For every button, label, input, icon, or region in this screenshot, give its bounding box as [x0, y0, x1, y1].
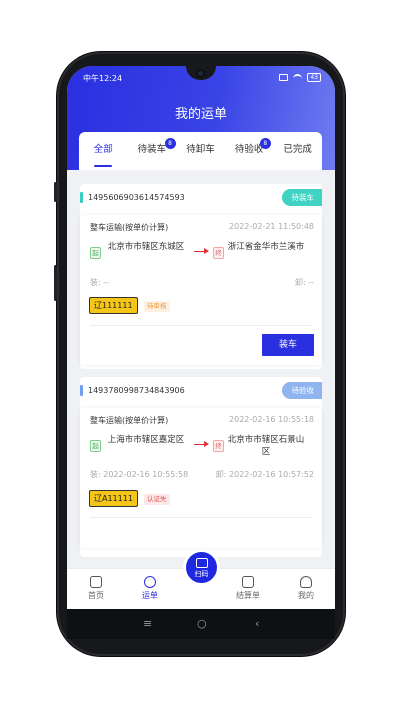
- pricing-type: 整车运输(按单价计算): [90, 416, 169, 425]
- tab-label: 待卸车: [186, 144, 215, 155]
- start-tag: 起: [90, 247, 101, 259]
- route: 起 上海市市辖区嘉定区 终 北京市市辖区石景山区: [88, 432, 314, 458]
- count-badge: 8: [164, 138, 176, 149]
- tabbar-label: 结算单: [236, 591, 260, 600]
- tab-label: 待验收: [234, 144, 264, 155]
- load-button[interactable]: 装车: [262, 334, 314, 356]
- tab-to-load[interactable]: 待装车 8: [128, 132, 177, 170]
- divider: [90, 517, 312, 518]
- order-detail: 整车运输(按单价计算) 2022-02-16 10:55:18 起 上海市市辖区…: [80, 408, 322, 548]
- order-header: 1495606903614574593 待装车: [80, 184, 322, 212]
- created-time: 2022-02-16 10:55:18: [229, 415, 314, 424]
- accent-bar: [80, 192, 83, 203]
- tabbar-label: 运单: [142, 591, 158, 600]
- origin: 上海市市辖区嘉定区: [107, 435, 185, 445]
- home-nav-button[interactable]: ○: [197, 617, 207, 630]
- tab-label: 待装车: [137, 144, 167, 155]
- status-time: 中午12:24: [83, 74, 123, 83]
- load-time: 装: 2022-02-16 10:55:58: [90, 470, 189, 479]
- waybill-icon: [144, 576, 156, 588]
- order-detail: 整车运输(按单价计算) 2022-02-21 11:50:48 起 北京市市辖区…: [80, 215, 322, 365]
- system-nav-bar: ≡ ○ ‹: [67, 609, 335, 639]
- tabbar-waybill[interactable]: 运单: [130, 569, 170, 601]
- battery-icon: 43: [307, 73, 321, 82]
- tab-all[interactable]: 全部: [79, 132, 128, 170]
- tabbar-label: 我的: [298, 591, 314, 600]
- tabbar-label: 首页: [88, 591, 104, 600]
- load-unload-times: 装: -- 卸: --: [90, 277, 314, 288]
- scan-button[interactable]: 扫码: [183, 549, 220, 586]
- wifi-icon: [293, 74, 303, 81]
- created-time: 2022-02-21 11:50:48: [229, 222, 314, 231]
- end-tag: 终: [213, 440, 224, 452]
- divider: [90, 325, 312, 326]
- sim-icon: [279, 74, 289, 81]
- menu-nav-button[interactable]: ≡: [143, 617, 152, 630]
- back-nav-button[interactable]: ‹: [255, 617, 259, 630]
- review-status: 认证失: [144, 494, 170, 505]
- route: 起 北京市市辖区东城区 终 浙江省金华市兰溪市: [88, 239, 314, 265]
- pricing-type: 整车运输(按单价计算): [90, 223, 169, 232]
- page-title: 我的运单: [174, 107, 227, 122]
- license-plate: 辽111111: [89, 297, 138, 314]
- arrow-right-icon: [194, 441, 209, 447]
- tabbar-settlement[interactable]: 结算单: [228, 569, 268, 601]
- tab-label: 已完成: [283, 144, 312, 155]
- review-status: 待审核: [144, 301, 170, 312]
- load-time: 装: --: [90, 278, 110, 287]
- unload-time: 卸: --: [294, 278, 314, 287]
- order-card[interactable]: 1493780998734843906 待验收 整车运输(按单价计算) 2022…: [80, 377, 322, 557]
- phone-side-button: [54, 265, 57, 301]
- arrow-right-icon: [194, 248, 209, 254]
- status-badge: 待验收: [281, 382, 322, 399]
- destination: 浙江省金华市兰溪市: [227, 242, 305, 252]
- order-number: 1495606903614574593: [88, 193, 185, 202]
- tab-bar: 全部 待装车 8 待卸车 待验收 8 已完成: [79, 132, 322, 170]
- tabbar-mine[interactable]: 我的: [286, 569, 326, 601]
- license-plate: 辽A11111: [89, 490, 138, 507]
- origin: 北京市市辖区东城区: [107, 242, 185, 252]
- tabbar-home[interactable]: 首页: [76, 569, 116, 601]
- screen: 中午12:24 43 我的运单 全部 待装车 8 待卸车 待验收 8 已完成 149…: [67, 66, 335, 609]
- status-icons: 43: [279, 73, 321, 82]
- end-tag: 终: [213, 247, 224, 259]
- unload-time: 卸: 2022-02-16 10:57:52: [215, 470, 314, 479]
- accent-bar: [80, 385, 83, 396]
- tab-to-accept[interactable]: 待验收 8: [225, 132, 274, 170]
- phone-side-button: [54, 182, 57, 202]
- home-icon: [90, 576, 102, 588]
- scan-icon: [195, 558, 208, 568]
- front-camera-icon: [196, 69, 205, 78]
- order-number: 1493780998734843906: [88, 386, 185, 395]
- load-unload-times: 装: 2022-02-16 10:55:58 卸: 2022-02-16 10:…: [90, 469, 314, 480]
- tab-label: 全部: [93, 144, 113, 155]
- destination: 北京市市辖区石景山区: [227, 435, 305, 457]
- status-badge: 待装车: [281, 189, 322, 206]
- order-header: 1493780998734843906 待验收: [80, 377, 322, 405]
- count-badge: 8: [259, 138, 271, 149]
- user-icon: [300, 576, 312, 588]
- scan-label: 扫码: [194, 570, 209, 578]
- tab-to-unload[interactable]: 待卸车: [176, 132, 225, 170]
- start-tag: 起: [90, 440, 101, 452]
- settlement-icon: [242, 576, 254, 588]
- order-card[interactable]: 1495606903614574593 待装车 整车运输(按单价计算) 2022…: [80, 184, 322, 369]
- tab-completed[interactable]: 已完成: [273, 132, 322, 170]
